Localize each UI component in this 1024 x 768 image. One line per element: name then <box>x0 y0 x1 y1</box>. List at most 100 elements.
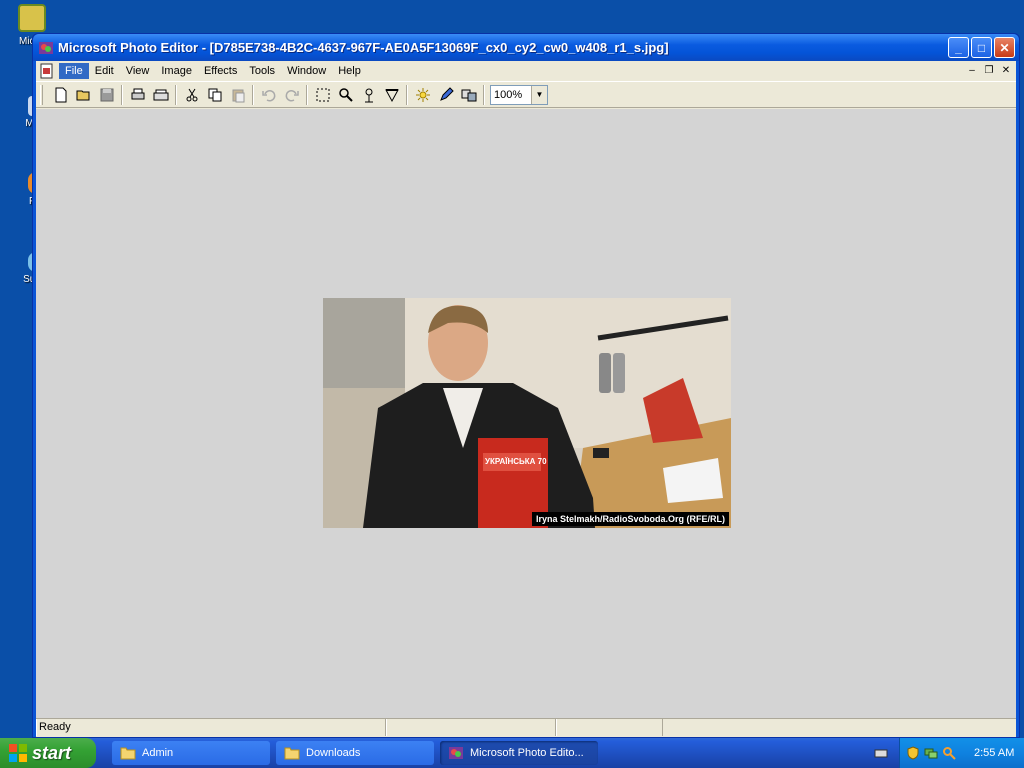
redo-button[interactable] <box>280 84 303 106</box>
maximize-button[interactable]: □ <box>971 37 992 58</box>
start-button[interactable]: start <box>0 738 96 768</box>
undo-button[interactable] <box>257 84 280 106</box>
image-workspace[interactable]: УКРАЇНСЬКА 70 Iryna Stelmakh/RadioSvobod… <box>36 109 1016 718</box>
task-label: Microsoft Photo Edito... <box>470 747 584 759</box>
document-controls: – ❐ ✕ <box>964 63 1014 77</box>
copy-button[interactable] <box>203 84 226 106</box>
task-downloads[interactable]: Downloads <box>276 741 434 765</box>
zoom-icon <box>338 87 353 102</box>
select-button[interactable] <box>311 84 334 106</box>
scan-icon <box>153 89 168 100</box>
status-bar: Ready <box>36 718 1016 737</box>
paste-icon <box>232 89 244 102</box>
clock: 2:55 AM <box>974 747 1015 759</box>
status-pane-3 <box>556 719 663 736</box>
menu-effects[interactable]: Effects <box>198 63 243 79</box>
toolbar-separator <box>175 84 177 105</box>
fill-button[interactable] <box>380 84 403 106</box>
fill-icon <box>384 88 399 102</box>
keyboard-icon[interactable] <box>874 746 888 760</box>
restore-icon: ❐ <box>984 64 994 76</box>
search-icon[interactable] <box>942 746 956 760</box>
task-label: Admin <box>142 747 174 759</box>
close-icon: ✕ <box>1001 64 1011 76</box>
task-photo-editor[interactable]: Microsoft Photo Edito... <box>440 741 598 765</box>
close-button[interactable]: ✕ <box>994 37 1015 58</box>
save-icon <box>100 88 113 101</box>
smudge-icon <box>364 88 373 102</box>
copy-icon <box>208 88 221 101</box>
open-button[interactable] <box>72 84 95 106</box>
network-icon[interactable] <box>924 746 938 760</box>
select-icon <box>316 88 329 101</box>
toolbar-separator <box>483 84 485 105</box>
security-shield-icon[interactable] <box>906 746 920 760</box>
new-icon <box>55 87 66 102</box>
messenger-icon <box>18 4 46 32</box>
start-label: start <box>32 742 72 763</box>
folder-icon <box>284 747 300 760</box>
maximize-icon: □ <box>977 40 986 55</box>
task-label: Downloads <box>306 747 361 759</box>
zoom-value: 100% <box>494 88 523 101</box>
folder-icon <box>120 747 136 760</box>
doc-close-button[interactable]: ✕ <box>998 63 1014 77</box>
photo-editor-app-icon <box>39 41 53 54</box>
cut-icon <box>186 88 197 101</box>
photo-editor-app-icon <box>449 747 463 759</box>
document-icon[interactable] <box>39 63 55 79</box>
cut-button[interactable] <box>180 84 203 106</box>
menu-tools[interactable]: Tools <box>243 63 281 79</box>
system-tray: 2:55 AM <box>899 738 1024 768</box>
smudge-button[interactable] <box>357 84 380 106</box>
photo-editor-window: Microsoft Photo Editor - [D785E738-4B2C-… <box>32 33 1020 738</box>
toolbar-separator <box>406 84 408 105</box>
redo-icon <box>285 89 299 101</box>
clone-icon <box>461 89 476 101</box>
print-icon <box>131 88 144 99</box>
menu-view[interactable]: View <box>120 63 156 79</box>
windows-logo-icon <box>9 744 27 762</box>
minimize-icon: – <box>969 64 975 76</box>
toolbar-separator <box>306 84 308 105</box>
print-button[interactable] <box>126 84 149 106</box>
status-text: Ready <box>36 719 386 736</box>
photo-caption: Iryna Stelmakh/RadioSvoboda.Org (RFE/RL) <box>531 512 729 526</box>
clone-button[interactable] <box>457 84 480 106</box>
client-area: File Edit View Image Effects Tools Windo… <box>36 61 1016 737</box>
menu-image[interactable]: Image <box>155 63 198 79</box>
task-admin[interactable]: Admin <box>112 741 270 765</box>
title-bar[interactable]: Microsoft Photo Editor - [D785E738-4B2C-… <box>33 34 1019 61</box>
minimize-button[interactable]: _ <box>948 37 969 58</box>
scan-button[interactable] <box>149 84 172 106</box>
zoom-select[interactable]: 100% ▼ <box>490 84 548 105</box>
status-pane-2 <box>386 719 556 736</box>
menu-window[interactable]: Window <box>281 63 332 79</box>
open-icon <box>76 90 89 100</box>
doc-restore-button[interactable]: ❐ <box>981 63 997 77</box>
pen-button[interactable] <box>434 84 457 106</box>
paste-button[interactable] <box>226 84 249 106</box>
book-title: УКРАЇНСЬКА 70 <box>485 457 547 466</box>
undo-icon <box>261 89 275 101</box>
minimize-icon: _ <box>955 40 962 55</box>
close-icon: ✕ <box>999 40 1010 55</box>
desktop-icon-messenger[interactable] <box>12 4 52 34</box>
toolbar-separator <box>121 84 123 105</box>
new-button[interactable] <box>49 84 72 106</box>
photo-image: УКРАЇНСЬКА 70 Iryna Stelmakh/RadioSvobod… <box>323 298 731 528</box>
toolbar-grip[interactable] <box>40 84 43 105</box>
menu-file[interactable]: File <box>59 62 89 79</box>
taskbar: start Admin Downloads Microsoft Photo Ed… <box>0 738 1024 768</box>
save-button[interactable] <box>95 84 118 106</box>
zoom-button[interactable] <box>334 84 357 106</box>
photo-content: УКРАЇНСЬКА 70 <box>323 298 731 528</box>
doc-minimize-button[interactable]: – <box>964 63 980 77</box>
menu-edit[interactable]: Edit <box>89 63 120 79</box>
menu-help[interactable]: Help <box>332 63 367 79</box>
brightness-button[interactable] <box>411 84 434 106</box>
sun-icon <box>415 87 430 102</box>
toolbar: 100% ▼ <box>36 81 1016 108</box>
chevron-down-icon[interactable]: ▼ <box>531 85 547 104</box>
menu-bar: File Edit View Image Effects Tools Windo… <box>36 61 1016 80</box>
